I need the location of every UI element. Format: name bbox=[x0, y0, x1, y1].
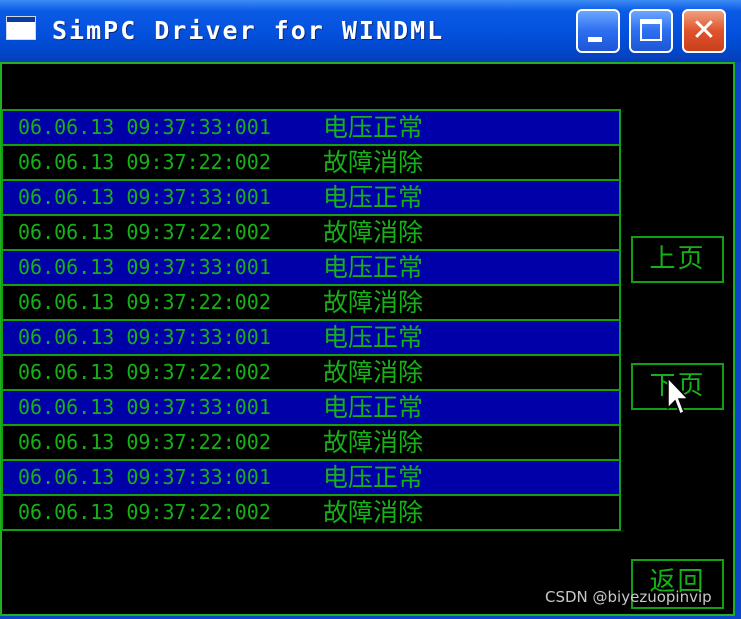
log-timestamp: 06.06.13 09:37:22:002 bbox=[18, 220, 271, 244]
minimize-icon bbox=[588, 37, 602, 42]
log-row[interactable]: 06.06.13 09:37:22:002 故障消除 bbox=[1, 214, 621, 251]
log-message: 电压正常 bbox=[323, 253, 424, 282]
window-icon[interactable] bbox=[6, 16, 36, 40]
log-row[interactable]: 06.06.13 09:37:22:002 故障消除 bbox=[1, 354, 621, 391]
log-timestamp: 06.06.13 09:37:22:002 bbox=[18, 150, 271, 174]
log-timestamp: 06.06.13 09:37:33:001 bbox=[18, 115, 271, 139]
alarm-log-list: 06.06.13 09:37:33:001 电压正常 06.06.13 09:37:… bbox=[1, 109, 621, 531]
watermark: CSDN @biyezuopinvip bbox=[545, 588, 712, 606]
maximize-button[interactable] bbox=[629, 9, 673, 53]
log-message: 故障消除 bbox=[323, 498, 424, 527]
log-row[interactable]: 06.06.13 09:37:33:001 电压正常 bbox=[1, 249, 621, 286]
log-row[interactable]: 06.06.13 09:37:22:002 故障消除 bbox=[1, 144, 621, 181]
title-bar[interactable]: SimPC Driver for WINDML ✕ bbox=[0, 0, 741, 62]
log-message: 故障消除 bbox=[323, 288, 424, 317]
log-row[interactable]: 06.06.13 09:37:33:001 电压正常 bbox=[1, 109, 621, 146]
log-message: 故障消除 bbox=[323, 428, 424, 457]
log-message: 电压正常 bbox=[323, 393, 424, 422]
log-timestamp: 06.06.13 09:37:33:001 bbox=[18, 465, 271, 489]
maximize-icon bbox=[640, 19, 662, 41]
minimize-button[interactable] bbox=[576, 9, 620, 53]
mouse-cursor-icon bbox=[667, 376, 690, 416]
close-icon: ✕ bbox=[691, 13, 717, 48]
prev-page-button[interactable]: 上页 bbox=[631, 236, 724, 283]
log-row[interactable]: 06.06.13 09:37:33:001 电压正常 bbox=[1, 319, 621, 356]
log-timestamp: 06.06.13 09:37:22:002 bbox=[18, 290, 271, 314]
window-frame-right bbox=[735, 62, 741, 619]
log-row[interactable]: 06.06.13 09:37:22:002 故障消除 bbox=[1, 424, 621, 461]
close-button[interactable]: ✕ bbox=[682, 9, 726, 53]
log-timestamp: 06.06.13 09:37:33:001 bbox=[18, 255, 271, 279]
log-row[interactable]: 06.06.13 09:37:33:001 电压正常 bbox=[1, 389, 621, 426]
log-message: 故障消除 bbox=[323, 148, 424, 177]
window-title: SimPC Driver for WINDML bbox=[52, 16, 445, 45]
log-message: 故障消除 bbox=[323, 358, 424, 387]
log-timestamp: 06.06.13 09:37:33:001 bbox=[18, 325, 271, 349]
log-timestamp: 06.06.13 09:37:33:001 bbox=[18, 395, 271, 419]
log-timestamp: 06.06.13 09:37:22:002 bbox=[18, 500, 271, 524]
log-timestamp: 06.06.13 09:37:33:001 bbox=[18, 185, 271, 209]
log-row[interactable]: 06.06.13 09:37:33:001 电压正常 bbox=[1, 179, 621, 216]
log-row[interactable]: 06.06.13 09:37:22:002 故障消除 bbox=[1, 284, 621, 321]
log-message: 电压正常 bbox=[323, 113, 424, 142]
log-message: 电压正常 bbox=[323, 183, 424, 212]
app-window: SimPC Driver for WINDML ✕ 06.06.13 09:37… bbox=[0, 0, 741, 619]
log-message: 电压正常 bbox=[323, 463, 424, 492]
log-message: 电压正常 bbox=[323, 323, 424, 352]
log-row[interactable]: 06.06.13 09:37:33:001 电压正常 bbox=[1, 459, 621, 496]
log-message: 故障消除 bbox=[323, 218, 424, 247]
log-timestamp: 06.06.13 09:37:22:002 bbox=[18, 430, 271, 454]
log-row[interactable]: 06.06.13 09:37:22:002 故障消除 bbox=[1, 494, 621, 531]
log-timestamp: 06.06.13 09:37:22:002 bbox=[18, 360, 271, 384]
